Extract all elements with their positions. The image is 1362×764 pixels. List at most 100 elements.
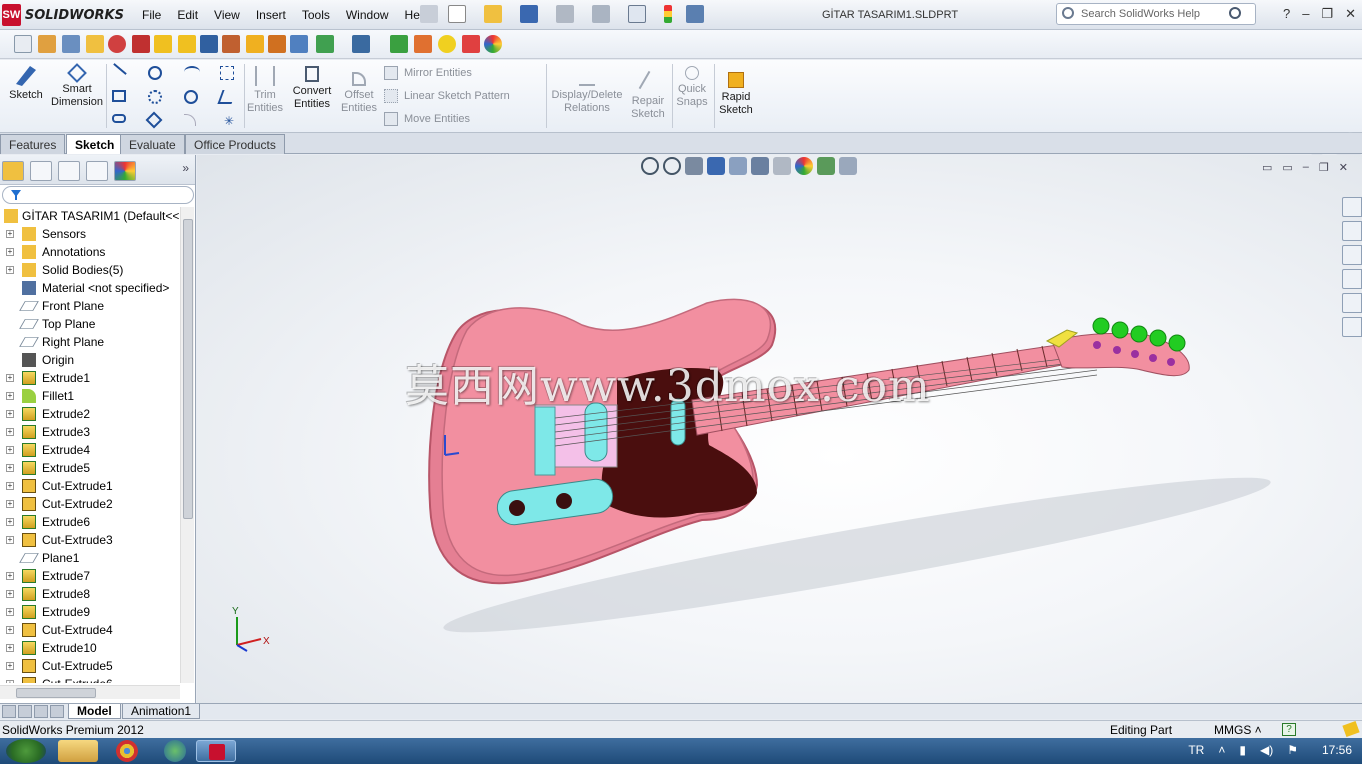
circle-icon[interactable] <box>148 66 162 80</box>
feature-filter-input[interactable] <box>2 186 194 204</box>
tree-item[interactable]: + Cut-Extrude2 <box>0 495 180 513</box>
expand-toggle-icon[interactable]: + <box>6 446 14 454</box>
guitar-model[interactable]: Y X <box>197 155 1362 703</box>
sum-icon[interactable] <box>200 35 218 53</box>
minimize-icon[interactable]: – <box>1302 6 1309 22</box>
graphics-area[interactable]: ▭ ▭ – ❐ ✕ Y X 莫西网www.3dmox.com <box>197 155 1362 703</box>
tree-item[interactable]: + Cut-Extrude6 <box>0 675 180 683</box>
mirror-entities-button[interactable]: Mirror Entities <box>384 66 472 80</box>
rebuild-icon[interactable] <box>664 5 672 23</box>
export-icon[interactable] <box>352 35 370 53</box>
trim-entities-button[interactable]: Trim Entities <box>246 66 284 115</box>
sim-icon[interactable] <box>390 35 408 53</box>
move-entities-button[interactable]: Move Entities <box>384 112 470 126</box>
tree-item[interactable]: + Cut-Extrude4 <box>0 621 180 639</box>
tree-horizontal-scrollbar[interactable] <box>0 685 180 699</box>
quick-snaps-button[interactable]: Quick Snaps <box>674 66 710 109</box>
warning-icon[interactable] <box>246 35 264 53</box>
polygon-icon[interactable] <box>145 111 163 129</box>
open-folder-icon[interactable] <box>484 5 502 23</box>
globe-taskbar-icon[interactable] <box>164 740 186 762</box>
check-sketch-icon[interactable] <box>178 35 196 53</box>
file-properties-icon[interactable] <box>686 5 704 23</box>
table-icon[interactable] <box>62 35 80 53</box>
sketch-button[interactable]: Sketch <box>6 66 46 102</box>
first-tab-icon[interactable] <box>2 705 16 718</box>
expand-toggle-icon[interactable]: + <box>6 590 14 598</box>
tree-item[interactable]: + Extrude7 <box>0 567 180 585</box>
save-icon[interactable] <box>520 5 538 23</box>
expand-toggle-icon[interactable]: + <box>6 248 14 256</box>
search-input[interactable]: Search SolidWorks Help <box>1056 3 1256 25</box>
text-icon[interactable] <box>217 90 237 104</box>
show-hidden-icons[interactable]: ˄ <box>1218 743 1225 757</box>
language-indicator[interactable]: TR <box>1188 743 1204 757</box>
tree-item[interactable]: + Fillet1 <box>0 387 180 405</box>
tree-item[interactable]: Plane1 <box>0 549 180 567</box>
slot-icon[interactable] <box>112 114 126 123</box>
scroll-thumb[interactable] <box>183 219 193 519</box>
stop-icon[interactable] <box>108 35 126 53</box>
expand-toggle-icon[interactable]: + <box>6 374 14 382</box>
expand-toggle-icon[interactable]: + <box>6 482 14 490</box>
rapid-sketch-button[interactable]: Rapid Sketch <box>716 72 756 117</box>
point-icon[interactable]: ✳ <box>224 114 234 128</box>
help-icon[interactable]: ? <box>1283 6 1290 22</box>
render-icon[interactable] <box>462 35 480 53</box>
expand-toggle-icon[interactable]: + <box>6 500 14 508</box>
pin-icon[interactable] <box>420 5 438 23</box>
expand-toggle-icon[interactable]: + <box>6 662 14 670</box>
solidworks-logo[interactable]: SW SOLIDWORKS <box>2 3 124 27</box>
close-icon[interactable]: ✕ <box>1345 6 1356 22</box>
expand-toggle-icon[interactable]: + <box>6 410 14 418</box>
expand-toggle-icon[interactable]: + <box>6 266 14 274</box>
tab-office-products[interactable]: Office Products <box>185 134 285 154</box>
repair-sketch-button[interactable]: Repair Sketch <box>628 70 668 121</box>
offset-entities-button[interactable]: Offset Entities <box>338 72 380 115</box>
menu-tools[interactable]: Tools <box>294 8 338 22</box>
menu-window[interactable]: Window <box>338 8 397 22</box>
line-icon[interactable] <box>113 63 127 75</box>
smart-dimension-button[interactable]: Smart Dimension <box>50 63 104 109</box>
expand-toggle-icon[interactable]: + <box>6 518 14 526</box>
display-manager-tab-icon[interactable] <box>114 161 136 181</box>
expand-toggle-icon[interactable]: + <box>6 644 14 652</box>
spline-icon[interactable] <box>184 66 200 78</box>
tree-item[interactable]: Front Plane <box>0 297 180 315</box>
search-go-icon[interactable] <box>1229 7 1241 19</box>
compare-icon[interactable] <box>222 35 240 53</box>
new-document-icon[interactable] <box>448 5 466 23</box>
menu-edit[interactable]: Edit <box>169 8 206 22</box>
solidworks-taskbar-button[interactable] <box>196 740 236 762</box>
ellipse-icon[interactable] <box>184 90 198 104</box>
tree-item[interactable]: + Extrude8 <box>0 585 180 603</box>
expand-toggle-icon[interactable]: + <box>6 464 14 472</box>
expand-toggle-icon[interactable]: + <box>6 392 14 400</box>
tree-item[interactable]: Material <not specified> <box>0 279 180 297</box>
tree-item[interactable]: + Extrude2 <box>0 405 180 423</box>
chrome-taskbar-icon[interactable] <box>116 740 138 762</box>
clock[interactable]: 17:56 <box>1322 743 1352 757</box>
tab-features[interactable]: Features <box>0 134 66 154</box>
rebuild-all-icon[interactable] <box>132 35 150 53</box>
menu-insert[interactable]: Insert <box>248 8 294 22</box>
property-manager-tab-icon[interactable] <box>30 161 52 181</box>
explorer-taskbar-icon[interactable] <box>58 740 98 762</box>
tree-item[interactable]: + Sensors <box>0 225 180 243</box>
expand-toggle-icon[interactable]: + <box>6 428 14 436</box>
tree-item[interactable]: + Annotations <box>0 243 180 261</box>
tree-item[interactable]: + Extrude10 <box>0 639 180 657</box>
tree-root[interactable]: GİTAR TASARIM1 (Default<< <box>0 207 180 225</box>
approve-icon[interactable] <box>438 35 456 53</box>
scroll-thumb[interactable] <box>16 688 96 698</box>
appearance-icon[interactable] <box>484 35 502 53</box>
expand-panel-icon[interactable]: » <box>182 161 189 175</box>
tree-item[interactable]: Origin <box>0 351 180 369</box>
tree-item[interactable]: + Extrude4 <box>0 441 180 459</box>
copy-icon[interactable] <box>290 35 308 53</box>
tab-evaluate[interactable]: Evaluate <box>120 134 185 154</box>
rectangle-icon[interactable] <box>112 90 126 102</box>
tree-vertical-scrollbar[interactable] <box>180 207 194 683</box>
tab-animation1[interactable]: Animation1 <box>122 704 201 719</box>
menu-file[interactable]: File <box>134 8 169 22</box>
